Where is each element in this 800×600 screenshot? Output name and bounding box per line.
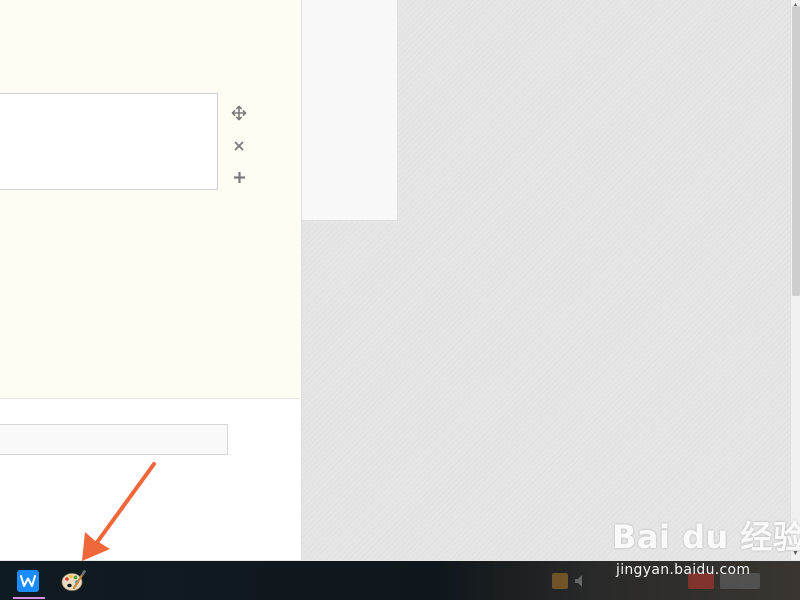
scrollbar-thumb[interactable] <box>792 6 800 296</box>
scroll-down-arrow-icon[interactable]: ▼ <box>791 548 800 558</box>
volume-icon[interactable] <box>574 573 584 589</box>
screen: ▲ ▼ Bai du 经验 jingyan.baidu.com <box>0 0 800 600</box>
taskbar-app-wps-writer[interactable] <box>9 561 47 600</box>
edit-area <box>0 0 300 399</box>
move-handle[interactable] <box>229 103 249 123</box>
add-block-button[interactable] <box>229 167 249 187</box>
active-app-indicator <box>13 597 45 599</box>
paint-palette-icon <box>61 569 86 591</box>
editor-page <box>0 0 302 560</box>
move-icon <box>231 105 247 121</box>
text-block[interactable] <box>0 93 218 190</box>
system-tray <box>540 567 790 597</box>
vertical-scrollbar[interactable]: ▲ ▼ <box>790 0 800 560</box>
delete-block-button[interactable] <box>229 136 249 156</box>
tray-notification-icon[interactable] <box>688 573 714 589</box>
taskbar-app-paint[interactable] <box>54 561 92 600</box>
close-icon <box>234 141 244 151</box>
tray-clock-area[interactable] <box>720 573 760 589</box>
tray-app-icon[interactable] <box>552 573 568 589</box>
side-panel <box>302 0 398 221</box>
taskbar <box>0 561 800 600</box>
plus-icon <box>233 171 245 183</box>
wps-writer-icon <box>17 569 39 592</box>
title-input[interactable] <box>0 424 228 455</box>
